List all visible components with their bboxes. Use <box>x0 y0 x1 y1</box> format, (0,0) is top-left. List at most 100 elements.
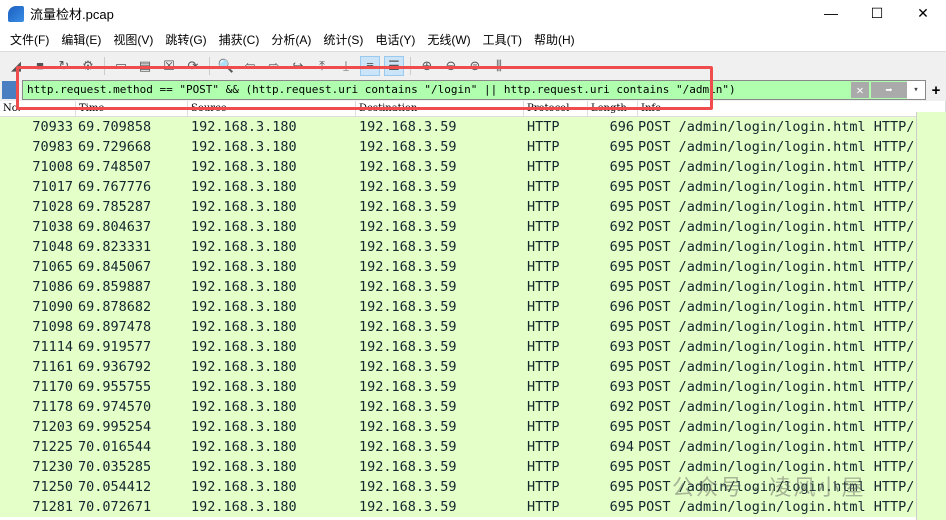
cell: 71203 <box>32 419 73 435</box>
table-row[interactable]: 71048 69.823331 192.168.3.180 192.168.3.59 H… <box>0 237 946 257</box>
filter-text[interactable]: http.request.method == "POST" && (http.r… <box>27 81 849 99</box>
column-header[interactable]: Info <box>638 101 946 116</box>
toolbar-separator <box>410 56 411 75</box>
cell: 71250 <box>32 479 73 495</box>
table-row[interactable]: 71225 70.016544 192.168.3.180 192.168.3.59 H… <box>0 437 946 457</box>
cell: 192.168.3.180 <box>191 119 297 135</box>
cell: 71048 <box>32 239 73 255</box>
cell: 71281 <box>32 499 73 515</box>
go-to-packet-icon[interactable]: ↪ <box>288 56 308 76</box>
table-row[interactable]: 71178 69.974570 192.168.3.180 192.168.3.59 H… <box>0 397 946 417</box>
cell: HTTP <box>527 239 560 255</box>
go-back-icon[interactable]: ⇦ <box>240 56 260 76</box>
menu-item[interactable]: 工具(T) <box>477 31 528 48</box>
cell: 71017 <box>32 179 73 195</box>
menu-item[interactable]: 视图(V) <box>107 31 159 48</box>
cell: 69.845067 <box>78 259 152 275</box>
menu-item[interactable]: 帮助(H) <box>528 31 581 48</box>
table-row[interactable]: 71028 69.785287 192.168.3.180 192.168.3.59 H… <box>0 197 946 217</box>
column-header[interactable]: No. <box>0 101 76 116</box>
menu-item[interactable]: 统计(S) <box>317 31 369 48</box>
cell: 192.168.3.59 <box>359 159 457 175</box>
cell: HTTP <box>527 299 560 315</box>
add-filter-button[interactable]: + <box>928 82 944 99</box>
cell: 695 <box>609 259 634 275</box>
open-file-icon[interactable]: ▭ <box>111 56 131 76</box>
menu-item[interactable]: 捕获(C) <box>213 31 266 48</box>
display-filter-input[interactable]: http.request.method == "POST" && (http.r… <box>22 80 926 100</box>
colorize-icon[interactable]: ☰ <box>384 55 404 76</box>
cell: 70.072671 <box>78 499 152 515</box>
cell: 192.168.3.59 <box>359 459 457 475</box>
column-header[interactable]: Time <box>76 101 188 116</box>
save-file-icon[interactable]: ▤ <box>135 56 155 76</box>
menu-item[interactable]: 跳转(G) <box>159 31 212 48</box>
menu-item[interactable]: 文件(F) <box>4 31 55 48</box>
title-bar: 流量检材.pcap — ☐ ✕ <box>0 0 946 27</box>
table-row[interactable]: 71203 69.995254 192.168.3.180 192.168.3.59 H… <box>0 417 946 437</box>
capture-options-icon[interactable]: ⚙ <box>78 56 98 76</box>
cell: 695 <box>609 239 634 255</box>
column-header[interactable]: Destination <box>356 101 524 116</box>
cell: 69.878682 <box>78 299 152 315</box>
cell: 70.016544 <box>78 439 152 455</box>
table-row[interactable]: 71065 69.845067 192.168.3.180 192.168.3.59 H… <box>0 257 946 277</box>
menu-item[interactable]: 分析(A) <box>265 31 317 48</box>
reload-icon[interactable]: ⟳ <box>183 56 203 76</box>
column-header[interactable]: Source <box>188 101 356 116</box>
vertical-scrollbar[interactable] <box>916 112 946 520</box>
go-first-icon[interactable]: ⤒ <box>312 56 332 76</box>
zoom-out-icon[interactable]: ⊖ <box>441 56 461 76</box>
column-header[interactable]: Length <box>588 101 638 116</box>
menu-item[interactable]: 电话(Y) <box>369 31 421 48</box>
table-row[interactable]: 71086 69.859887 192.168.3.180 192.168.3.59 H… <box>0 277 946 297</box>
table-row[interactable]: 71098 69.897478 192.168.3.180 192.168.3.59 H… <box>0 317 946 337</box>
cell: POST /admin/login/login.html HTTP/1 <box>638 339 918 355</box>
start-capture-icon[interactable]: ◢ <box>6 56 26 76</box>
menu-item[interactable]: 编辑(E) <box>55 31 107 48</box>
cell: HTTP <box>527 359 560 375</box>
go-last-icon[interactable]: ⤓ <box>336 56 356 76</box>
table-row[interactable]: 71170 69.955755 192.168.3.180 192.168.3.59 H… <box>0 377 946 397</box>
resize-columns-icon[interactable]: ⫼ <box>489 56 509 76</box>
cell: 192.168.3.59 <box>359 239 457 255</box>
cell: 71028 <box>32 199 73 215</box>
maximize-button[interactable]: ☐ <box>854 5 900 22</box>
menu-item[interactable]: 无线(W) <box>421 31 476 48</box>
apply-filter-button[interactable]: ➡ <box>871 82 907 98</box>
restart-capture-icon[interactable]: ↻ <box>54 56 74 76</box>
column-header[interactable]: Protocol <box>524 101 588 116</box>
table-row[interactable]: 71114 69.919577 192.168.3.180 192.168.3.59 H… <box>0 337 946 357</box>
cell: 192.168.3.180 <box>191 219 297 235</box>
close-button[interactable]: ✕ <box>900 5 946 22</box>
table-row[interactable]: 70983 69.729668 192.168.3.180 192.168.3.59 H… <box>0 137 946 157</box>
clear-filter-button[interactable]: ✕ <box>851 82 869 98</box>
cell: POST /admin/login/login.html HTTP/1 <box>638 179 918 195</box>
table-row[interactable]: 71090 69.878682 192.168.3.180 192.168.3.59 H… <box>0 297 946 317</box>
close-file-icon[interactable]: ☒ <box>159 56 179 76</box>
cell: 69.897478 <box>78 319 152 335</box>
find-packet-icon[interactable]: 🔍 <box>216 56 236 76</box>
cell: 69.767776 <box>78 179 152 195</box>
cell: 694 <box>609 439 634 455</box>
zoom-in-icon[interactable]: ⊕ <box>417 56 437 76</box>
filter-history-dropdown[interactable]: ▾ <box>907 81 925 99</box>
cell: 192.168.3.59 <box>359 279 457 295</box>
cell: 693 <box>609 339 634 355</box>
cell: POST /admin/login/login.html HTTP/1 <box>638 319 918 335</box>
go-forward-icon[interactable]: ⇨ <box>264 56 284 76</box>
minimize-button[interactable]: — <box>808 5 854 22</box>
stop-capture-icon[interactable]: ■ <box>30 56 50 76</box>
zoom-normal-icon[interactable]: ⊜ <box>465 56 485 76</box>
cell: POST /admin/login/login.html HTTP/1 <box>638 359 918 375</box>
table-row[interactable]: 71038 69.804637 192.168.3.180 192.168.3.59 H… <box>0 217 946 237</box>
cell: 192.168.3.59 <box>359 419 457 435</box>
cell: 192.168.3.59 <box>359 319 457 335</box>
table-row[interactable]: 71017 69.767776 192.168.3.180 192.168.3.59 H… <box>0 177 946 197</box>
auto-scroll-icon[interactable]: ≡ <box>360 55 380 76</box>
filter-bookmark-icon[interactable] <box>2 81 16 99</box>
table-row[interactable]: 71008 69.748507 192.168.3.180 192.168.3.59 H… <box>0 157 946 177</box>
table-row[interactable]: 71161 69.936792 192.168.3.180 192.168.3.59 H… <box>0 357 946 377</box>
packet-list-header: No. Time Source Destination Protocol Length In… <box>0 101 946 117</box>
table-row[interactable]: 70933 69.709858 192.168.3.180 192.168.3.59 H… <box>0 117 946 137</box>
